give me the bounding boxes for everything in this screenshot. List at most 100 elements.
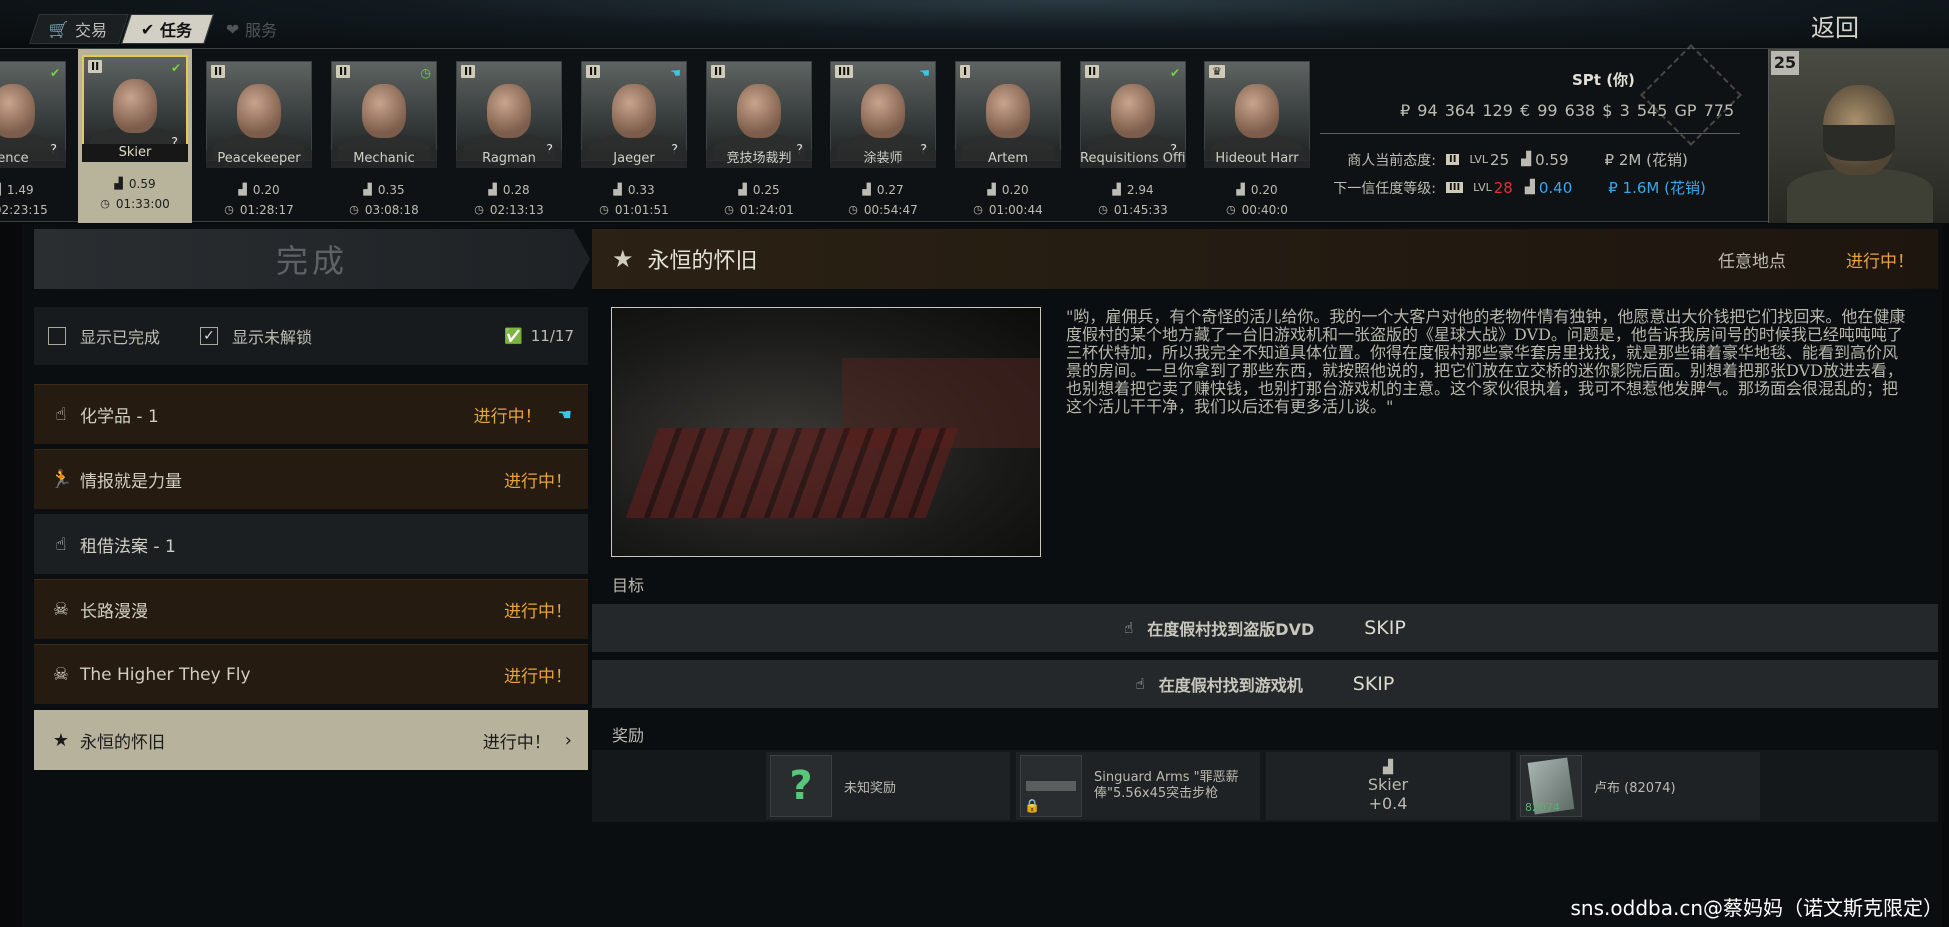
loyalty-rank-badge: II bbox=[336, 65, 351, 78]
trader-card[interactable]: II✔?Skier▟0.59◷01:33:00 bbox=[78, 49, 192, 223]
reputation-icon: ▟ bbox=[1112, 183, 1121, 196]
trader-restock-time: 00:40:0 bbox=[1241, 203, 1288, 217]
completed-header[interactable]: 完成 bbox=[34, 229, 590, 289]
quest-item[interactable]: ☠ The Higher They Fly 进行中！ bbox=[34, 644, 588, 704]
show-completed-filter[interactable]: 显示已完成 bbox=[48, 324, 160, 348]
reward-unknown[interactable]: ? 未知奖励 bbox=[766, 752, 1010, 820]
quest-item[interactable]: ☝ 化学品 - 1 进行中！ ☚ bbox=[34, 384, 588, 444]
loyalty-badge-current: II bbox=[1446, 154, 1460, 165]
trader-card[interactable]: I Artem ▟ 0.20 ◷ 01:00:44 bbox=[951, 55, 1065, 220]
show-locked-checkbox[interactable]: ✓ bbox=[200, 327, 219, 345]
lock-icon: 🔒 bbox=[1024, 799, 1041, 814]
trader-rep-value: 0.25 bbox=[752, 183, 780, 197]
loyalty-rank-badge: II bbox=[711, 65, 726, 78]
reward-unknown-label: 未知奖励 bbox=[844, 780, 897, 796]
show-locked-filter[interactable]: ✓ 显示未解锁 bbox=[200, 324, 312, 348]
trader-card[interactable]: III☚?涂装师▟0.27◷00:54:47 bbox=[826, 55, 940, 220]
star-icon: ★ bbox=[612, 245, 634, 273]
clock-icon: ◷ bbox=[848, 203, 858, 216]
player-level-badge: 25 bbox=[1771, 51, 1799, 75]
portrait-head bbox=[1235, 84, 1279, 138]
trader-card[interactable]: II☚?Jaeger▟0.33◷01:01:51 bbox=[577, 55, 691, 220]
trader-card[interactable]: II ◷ Mechanic ▟ 0.35 ◷ 03:08:18 bbox=[327, 55, 441, 220]
quest-item-status: 进行中！ bbox=[504, 667, 572, 687]
reputation-icon: ▟ bbox=[114, 177, 123, 190]
reward-reputation[interactable]: ▟ Skier +0.4 bbox=[1266, 752, 1510, 820]
trader-restock-time: 01:00:44 bbox=[988, 203, 1043, 217]
trader-rep: ▟ 0.35 bbox=[327, 183, 441, 197]
quest-item-status: 进行中！ bbox=[504, 472, 572, 492]
clock-icon: ◷ bbox=[1226, 203, 1236, 216]
quest-location: 任意地点 bbox=[1718, 251, 1786, 272]
objective-text: 在度假村找到盗版DVD bbox=[1147, 620, 1315, 639]
clock-icon: ◷ bbox=[1098, 203, 1108, 216]
quest-item[interactable]: ☠ 长路漫漫 进行中！ bbox=[34, 579, 588, 639]
trader-card[interactable]: ♛ Hideout Harr ▟ 0.20 ◷ 00:40:0 bbox=[1200, 55, 1314, 220]
tab-services[interactable]: ❤ 服务 bbox=[206, 14, 299, 44]
player-emblem bbox=[1640, 44, 1742, 146]
skip-button[interactable]: SKIP bbox=[1364, 617, 1406, 639]
player-panel: SPt (你) ₽ 94 364 129 € 99 638 $ 3 545 GP… bbox=[1300, 44, 1770, 223]
lvl-prefix: LVL bbox=[1469, 153, 1489, 166]
trader-card[interactable]: ✔?ence ▟ 1.49 ◷02:23:15 bbox=[0, 55, 70, 220]
clock-icon: ◷ bbox=[599, 203, 609, 216]
trader-restock: ◷ 02:13:13 bbox=[452, 203, 566, 217]
trader-card[interactable]: II Peacekeeper ▟ 0.20 ◷ 01:28:17 bbox=[202, 55, 316, 220]
trader-rep: ▟ 0.27 bbox=[826, 183, 940, 197]
roubles-icon: 82074 bbox=[1520, 755, 1582, 817]
quest-type-icon: ★ bbox=[52, 729, 70, 751]
trader-portrait: II? bbox=[706, 61, 812, 161]
tab-tasks[interactable]: ✔ 任务 bbox=[121, 14, 215, 44]
tab-tasks-label: 任务 bbox=[160, 21, 193, 40]
quest-status-icon: ✔ bbox=[170, 61, 181, 75]
tab-trade[interactable]: 🛒 交易 bbox=[29, 14, 129, 44]
top-bar: 🛒 交易 ✔ 任务 ❤ 服务 返回 bbox=[0, 0, 1949, 48]
trader-card[interactable]: II?竞技场裁判 ▟ 0.25 ◷ 01:24:01 bbox=[702, 55, 816, 220]
quest-filters: 显示已完成 ✓ 显示未解锁 ✅ 11/17 bbox=[34, 307, 588, 365]
quest-title: 永恒的怀旧 bbox=[647, 249, 758, 274]
portrait-head bbox=[612, 84, 656, 138]
trader-card[interactable]: II✔?Requisitions Office▟2.94◷01:45:33 bbox=[1076, 55, 1190, 220]
player-money: ₽ 94 364 129 € 99 638 $ 3 545 GP 775 bbox=[1400, 101, 1735, 120]
clock-icon: ◷ bbox=[100, 197, 110, 210]
trader-name: Requisitions Office bbox=[1080, 150, 1186, 168]
clock-icon: ◷ bbox=[224, 203, 234, 216]
trader-name: Mechanic bbox=[331, 150, 437, 168]
reputation-icon: ▟ bbox=[488, 183, 497, 196]
show-completed-checkbox[interactable] bbox=[48, 327, 66, 345]
quest-item[interactable]: ☝ 租借法案 - 1 bbox=[34, 514, 588, 574]
trader-restock: ◷ 01:33:00 bbox=[78, 197, 192, 211]
quest-status-icon: ☚ bbox=[670, 66, 681, 80]
skip-button[interactable]: SKIP bbox=[1353, 673, 1395, 695]
quest-detail-header: ★ 永恒的怀旧 任意地点 进行中！ bbox=[592, 229, 1938, 289]
quest-item[interactable]: ★ 永恒的怀旧 进行中！ › bbox=[34, 710, 588, 770]
show-locked-label: 显示未解锁 bbox=[232, 328, 313, 347]
trader-portrait: ✔? bbox=[0, 61, 66, 161]
reward-weapon[interactable]: 🔒 Singuard Arms "罪恶薪俸"5.56x45突击步枪 bbox=[1016, 752, 1260, 820]
quest-item[interactable]: 🏃 情报就是力量 进行中！ bbox=[34, 449, 588, 509]
player-portrait[interactable]: 25 bbox=[1768, 49, 1949, 223]
player-name: SPt (你) bbox=[1572, 71, 1635, 89]
roubles-amount-label: 82074 bbox=[1525, 801, 1560, 814]
trader-restock: ◷ 01:45:33 bbox=[1076, 203, 1190, 217]
reputation-icon: ▟ bbox=[613, 183, 622, 196]
soldier-body bbox=[1787, 169, 1933, 223]
clock-icon: ◷ bbox=[973, 203, 983, 216]
trader-restock-time: 01:01:51 bbox=[614, 203, 669, 217]
reputation-icon: ▟ bbox=[363, 183, 372, 196]
trader-restock: ◷ 01:28:17 bbox=[202, 203, 316, 217]
loyalty-rank-badge: I bbox=[960, 65, 971, 78]
current-level: 25 bbox=[1490, 150, 1510, 169]
trader-rep-value: 0.20 bbox=[1250, 183, 1278, 197]
show-completed-label: 显示已完成 bbox=[80, 328, 161, 347]
trader-rep: ▟ 0.25 bbox=[702, 183, 816, 197]
reputation-icon: ▟ bbox=[1521, 152, 1532, 167]
reward-money[interactable]: 82074 卢布 (82074) bbox=[1516, 752, 1760, 820]
reputation-icon: ▟ bbox=[1524, 180, 1535, 195]
back-button[interactable]: 返回 bbox=[1811, 8, 1859, 43]
quest-description: "哟，雇佣兵，有个奇怪的活儿给你。我的一个大客户对他的老物件情有独钟，他愿意出大… bbox=[1066, 307, 1906, 416]
trader-name: 竞技场裁判 bbox=[706, 150, 812, 168]
next-standing-row: 下一信任度等级: III LVL 28 ▟ 0.40 ₽ 1.6M (花销) bbox=[1300, 177, 1712, 198]
trader-restock: ◷ 01:01:51 bbox=[577, 203, 691, 217]
trader-card[interactable]: II?Ragman ▟ 0.28 ◷ 02:13:13 bbox=[452, 55, 566, 220]
